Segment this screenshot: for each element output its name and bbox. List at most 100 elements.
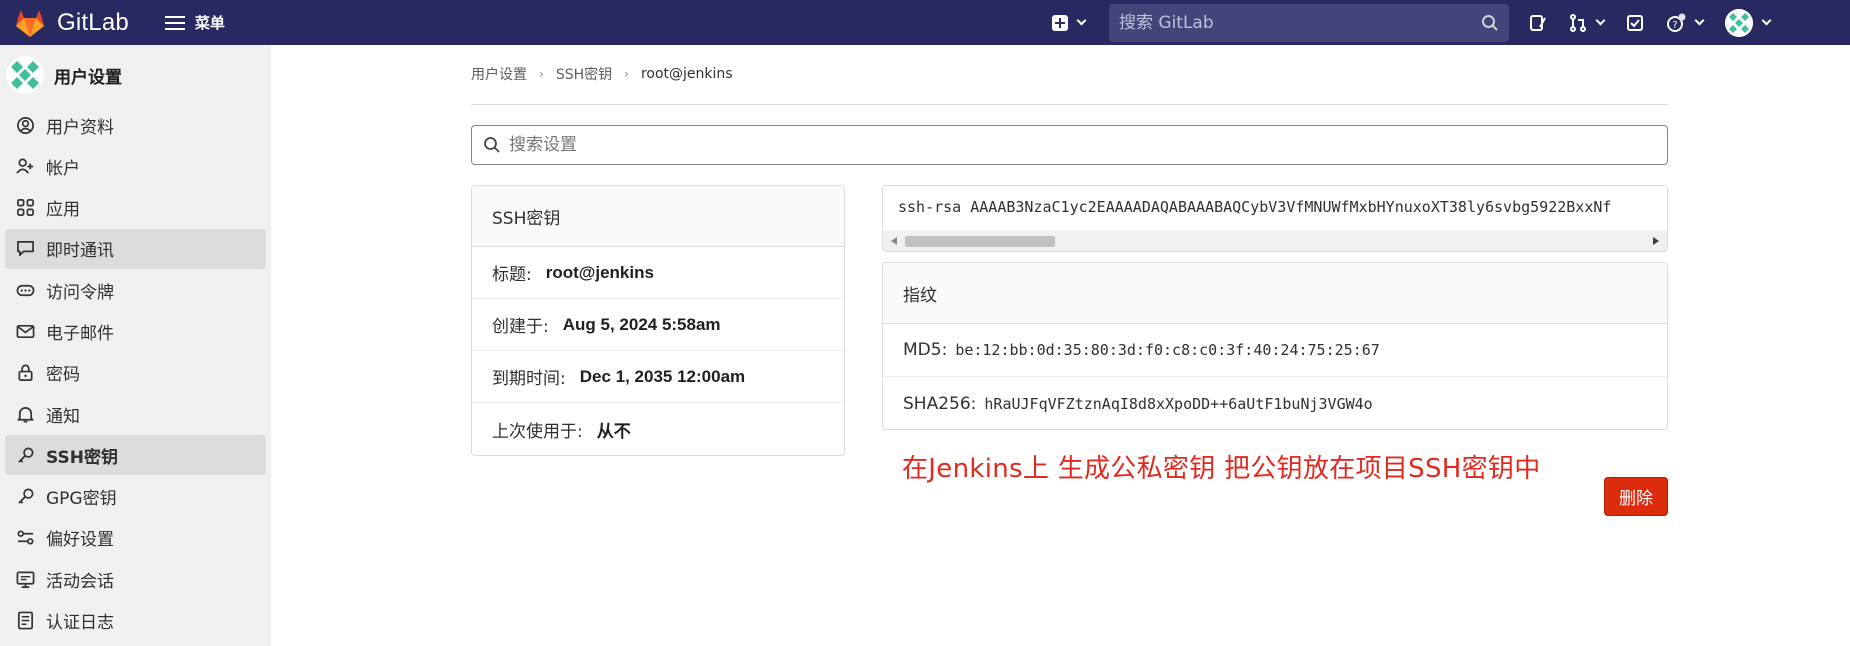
breadcrumb-ssh-keys[interactable]: SSH密钥	[556, 64, 612, 84]
sidebar-item-ssh-keys[interactable]: SSH密钥	[5, 435, 266, 476]
brand-name: GitLab	[57, 8, 129, 36]
user-icon	[15, 115, 35, 135]
annotation-text: 在Jenkins上 生成公私密钥 把公钥放在项目SSH密钥中	[902, 454, 1541, 484]
applications-icon	[15, 198, 35, 218]
sidebar-item-label: 用户资料	[46, 117, 114, 138]
arrow-right-icon[interactable]	[1653, 237, 1659, 245]
row-value: be:12:bb:0d:35:80:3d:f0:c8:c0:3f:40:24:7…	[955, 341, 1380, 359]
breadcrumb: 用户设置 › SSH密钥 › root@jenkins	[471, 64, 733, 84]
sidebar-item-label: 认证日志	[46, 613, 114, 634]
arrow-left-icon[interactable]	[891, 237, 897, 245]
hamburger-icon	[164, 15, 185, 30]
public-key-text[interactable]: ssh-rsa AAAAB3NzaC1yc2EAAAADAQABAAABAQCy…	[898, 198, 1611, 216]
user-menu[interactable]	[1725, 8, 1772, 37]
sidebar-item-label: 密码	[46, 365, 80, 386]
row-label: 创建于:	[492, 317, 549, 337]
sidebar-item-label: 即时通讯	[46, 241, 114, 262]
sidebar-item-notifications[interactable]: 通知	[5, 394, 266, 434]
sidebar-item-label: 通知	[46, 406, 80, 427]
key-created-row: 创建于: Aug 5, 2024 5:58am	[472, 299, 844, 351]
menu-button[interactable]: 菜单	[164, 12, 225, 33]
sidebar-item-preferences[interactable]: 偏好设置	[5, 518, 266, 558]
sidebar-item-gpg-keys[interactable]: GPG密钥	[5, 477, 266, 517]
sidebar-item-applications[interactable]: 应用	[5, 188, 266, 228]
settings-sidebar: 用户设置 用户资料 帐户 应用 即时通讯 访问令牌 电子邮件 密码 通知 SSH…	[0, 45, 271, 646]
sidebar-item-chat[interactable]: 即时通讯	[5, 228, 266, 269]
ssh-key-details-card: SSH密钥 标题: root@jenkins 创建于: Aug 5, 2024 …	[471, 185, 845, 456]
sidebar-item-active-sessions[interactable]: 活动会话	[5, 559, 266, 599]
card-header: SSH密钥	[472, 186, 844, 247]
row-label: 上次使用于:	[492, 421, 583, 442]
sidebar-item-label: GPG密钥	[46, 489, 117, 510]
preferences-icon	[15, 528, 35, 548]
navbar-icons: ?	[1529, 8, 1792, 37]
sidebar-item-password[interactable]: 密码	[5, 353, 266, 393]
mail-icon	[15, 321, 35, 341]
svg-text:?: ?	[1672, 20, 1677, 31]
chevron-down-icon	[1076, 15, 1087, 26]
card-header: 指纹	[883, 263, 1667, 324]
sidebar-item-label: SSH密钥	[46, 447, 118, 468]
row-value: root@jenkins	[545, 262, 654, 282]
todos-icon[interactable]	[1626, 14, 1644, 32]
sidebar-item-label: 活动会话	[46, 571, 114, 592]
sidebar-header[interactable]: 用户设置	[0, 45, 271, 105]
menu-label: 菜单	[194, 15, 225, 32]
chevron-right-icon: ›	[624, 67, 629, 81]
settings-search-input[interactable]	[509, 135, 1609, 155]
key-expires-row: 到期时间: Dec 1, 2035 12:00am	[472, 351, 844, 403]
fingerprint-sha256-row: SHA256: hRaUJFqVFZtznAqI8d8xXpoDD++6aUtF…	[883, 377, 1667, 429]
row-label: 到期时间:	[492, 369, 566, 389]
breadcrumb-current[interactable]: root@jenkins	[641, 66, 733, 82]
horizontal-scrollbar[interactable]	[883, 230, 1667, 251]
sidebar-item-profile[interactable]: 用户资料	[5, 105, 266, 145]
sidebar-item-label: 偏好设置	[46, 530, 114, 551]
sidebar-item-label: 帐户	[46, 158, 80, 179]
lock-icon	[15, 363, 35, 383]
issues-icon[interactable]	[1529, 14, 1547, 32]
chevron-right-icon: ›	[539, 67, 544, 81]
account-icon	[15, 156, 35, 176]
top-navbar: GitLab 菜单 搜索 GitLab ?	[0, 0, 1850, 45]
chevron-down-icon	[1694, 15, 1705, 26]
sidebar-item-emails[interactable]: 电子邮件	[5, 311, 266, 351]
gitlab-logo[interactable]: GitLab	[14, 8, 129, 38]
breadcrumb-user-settings[interactable]: 用户设置	[471, 64, 527, 84]
delete-button[interactable]: 删除	[1604, 477, 1668, 516]
fingerprints-card: 指纹 MD5: be:12:bb:0d:35:80:3d:f0:c8:c0:3f…	[882, 262, 1668, 430]
gitlab-tanuki-icon	[16, 9, 44, 37]
key-icon	[15, 445, 35, 465]
avatar	[1725, 8, 1753, 37]
search-icon	[484, 137, 500, 153]
global-search-input[interactable]	[1119, 12, 1449, 33]
new-dropdown-button[interactable]	[1052, 14, 1087, 31]
key-icon	[15, 487, 35, 507]
sidebar-item-auth-log[interactable]: 认证日志	[5, 601, 266, 641]
row-label: SHA256:	[903, 393, 977, 414]
row-value: Dec 1, 2035 12:00am	[579, 366, 746, 386]
merge-requests-icon[interactable]	[1569, 13, 1606, 32]
public-key-box[interactable]: ssh-rsa AAAAB3NzaC1yc2EAAAADAQABAAABAQCy…	[882, 185, 1668, 252]
row-value: hRaUJFqVFZtznAqI8d8xXpoDD++6aUtF1buNj3VG…	[984, 394, 1373, 413]
monitor-icon	[15, 569, 35, 589]
sidebar-item-label: 电子邮件	[46, 323, 114, 344]
settings-search[interactable]	[471, 125, 1668, 165]
plus-square-icon	[1052, 14, 1068, 31]
chevron-down-icon	[1761, 15, 1772, 26]
row-value: 从不	[596, 421, 631, 441]
scrollbar-thumb[interactable]	[905, 236, 1055, 247]
row-label: 标题:	[492, 265, 532, 285]
row-value: Aug 5, 2024 5:58am	[562, 314, 721, 334]
sidebar-item-label: 应用	[46, 200, 80, 221]
token-icon	[15, 280, 35, 300]
global-search[interactable]	[1109, 3, 1509, 42]
key-title-row: 标题: root@jenkins	[472, 247, 844, 299]
sidebar-item-label: 访问令牌	[46, 282, 114, 303]
help-icon[interactable]: ?	[1666, 13, 1705, 33]
sidebar-item-account[interactable]: 帐户	[5, 146, 266, 186]
sidebar-item-access-tokens[interactable]: 访问令牌	[5, 270, 266, 310]
key-last-used-row: 上次使用于: 从不	[472, 403, 844, 455]
avatar	[6, 56, 44, 94]
chevron-down-icon	[1595, 15, 1606, 26]
sidebar-title: 用户设置	[54, 67, 122, 88]
